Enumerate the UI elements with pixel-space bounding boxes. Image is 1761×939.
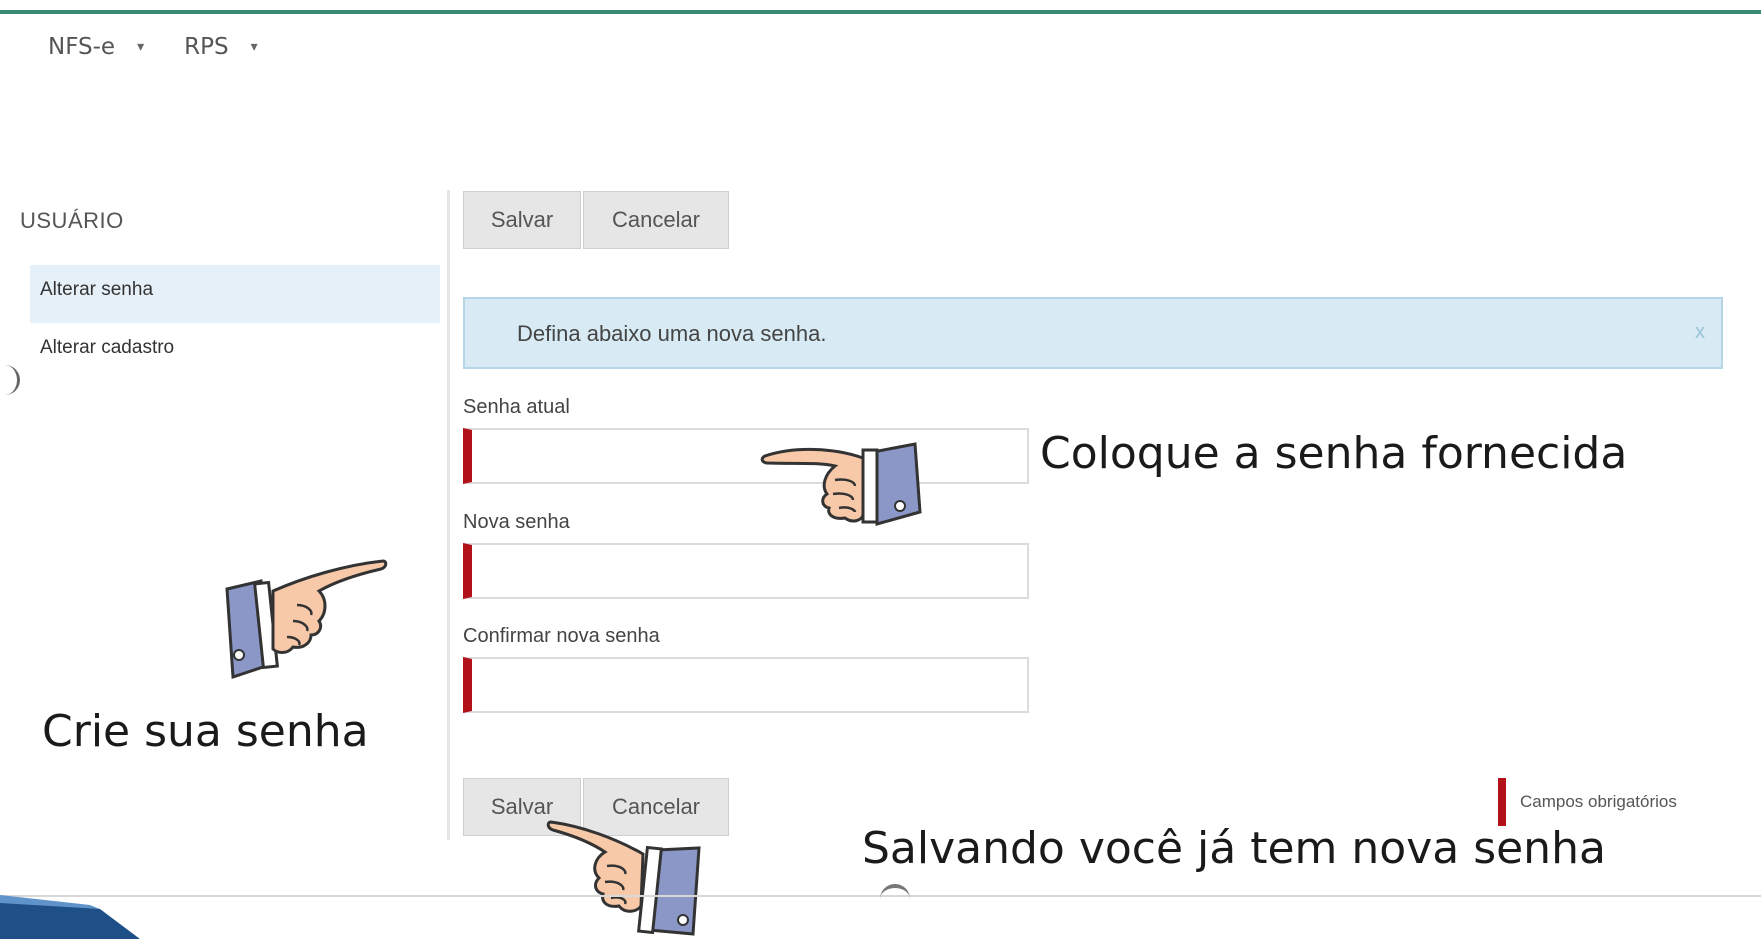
confirm-password-label: Confirmar nova senha [463,625,660,647]
required-fields-text: Campos obrigatórios [1520,792,1677,811]
vertical-divider [447,190,450,840]
current-password-label: Senha atual [463,396,570,418]
menu-rps-label: RPS [184,34,229,60]
cancel-button[interactable]: Cancelar [583,191,729,249]
required-marker [1498,778,1506,826]
info-banner-text: Defina abaixo uma nova senha. [517,321,827,346]
annotation-current-password: Coloque a senha fornecida [1040,428,1628,479]
pointing-hand-icon [760,442,922,526]
sidebar-edge-marker [0,365,20,395]
sidebar-item-alterar-senha[interactable]: Alterar senha [30,265,440,323]
chevron-down-icon: ▾ [250,39,258,55]
current-password-field[interactable] [463,428,1029,484]
top-menu: NFS-e ▾ RPS ▾ [48,34,258,60]
annotation-create-password: Crie sua senha [42,706,369,757]
loading-indicator [880,884,910,914]
sidebar-item-alterar-cadastro[interactable]: Alterar cadastro [30,323,440,381]
required-fields-legend: Campos obrigatórios [1498,778,1677,826]
window-top-border [0,0,1761,14]
new-password-field[interactable] [463,543,1029,599]
new-password-label: Nova senha [463,511,570,533]
sidebar-heading: USUÁRIO [20,208,124,233]
annotation-save: Salvando você já tem nova senha [862,823,1606,874]
chevron-down-icon: ▾ [137,39,145,55]
confirm-password-field[interactable] [463,657,1029,713]
menu-rps[interactable]: RPS ▾ [184,34,257,60]
menu-nfse[interactable]: NFS-e ▾ [48,34,144,60]
info-banner: Defina abaixo uma nova senha. x [463,297,1723,369]
slide-corner-decoration [0,895,140,939]
pointing-hand-icon [225,559,388,680]
save-button[interactable]: Salvar [463,191,581,249]
menu-nfse-label: NFS-e [48,34,116,60]
close-icon[interactable]: x [1695,321,1705,344]
pointing-hand-icon [546,820,701,936]
